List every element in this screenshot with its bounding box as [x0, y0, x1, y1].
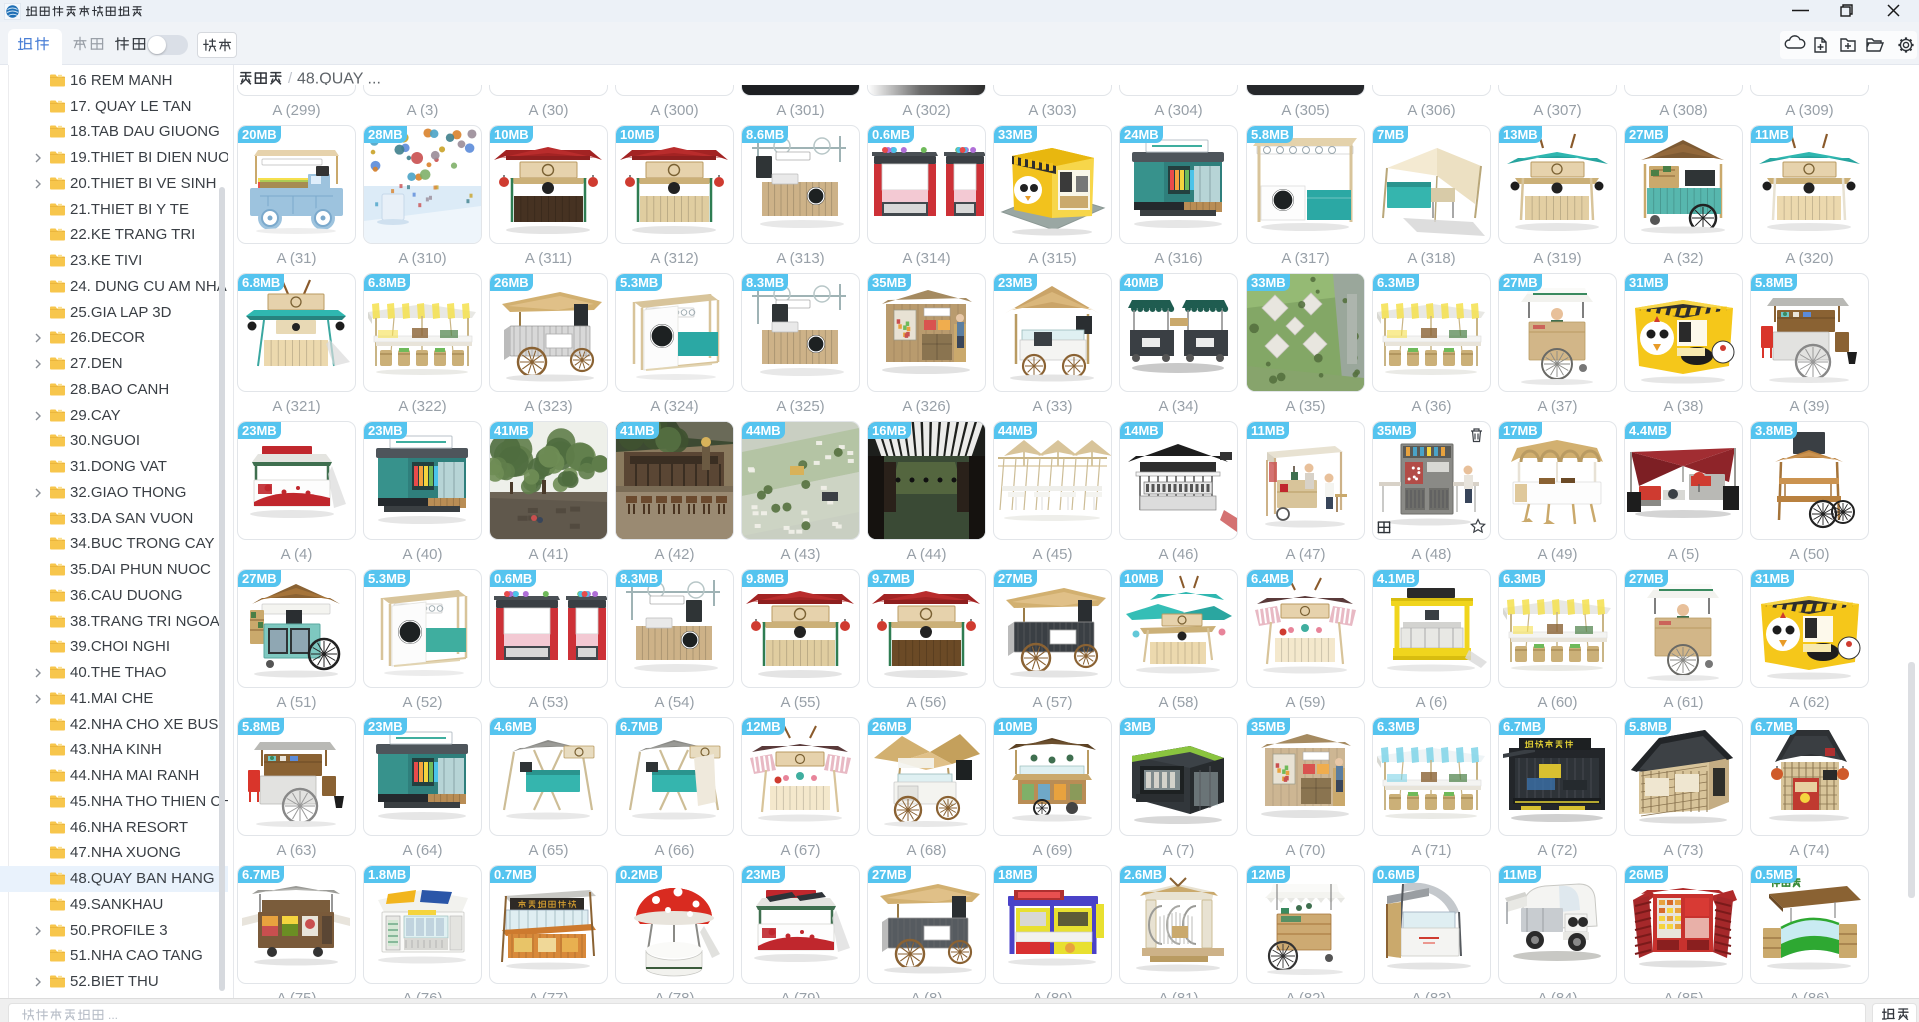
svg-text:48.QUAY ...: 48.QUAY ... — [297, 71, 381, 87]
svg-text:/: / — [288, 70, 293, 86]
svg-text:...: ... — [108, 1008, 118, 1022]
